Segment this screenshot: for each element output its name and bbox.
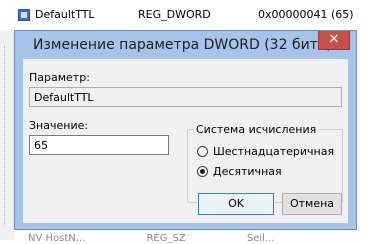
parameter-name-value: DefaultTTL — [34, 91, 94, 104]
cancel-button[interactable]: Отмена — [282, 193, 342, 215]
registry-partial-data: Seil... — [246, 233, 275, 244]
number-base-group-label: Система исчисления — [193, 123, 320, 136]
number-base-group: Система исчисления Шестнадцатеричная Дес… — [187, 123, 343, 203]
edit-dword-dialog: Изменение параметра DWORD (32 бита) ✕ Па… — [14, 30, 357, 230]
ok-button[interactable]: OK — [198, 193, 274, 215]
registry-value-data: 0x00000041 (65) — [258, 8, 354, 21]
dialog-titlebar[interactable]: Изменение параметра DWORD (32 бита) ✕ — [15, 31, 356, 59]
parameter-name-field: DefaultTTL — [29, 87, 342, 107]
radio-decimal[interactable]: Десятичная — [197, 165, 282, 178]
registry-row-defaultttl[interactable]: DefaultTTL REG_DWORD 0x00000041 (65) — [0, 0, 367, 30]
registry-value-name: DefaultTTL — [35, 8, 95, 21]
radio-hexadecimal-label: Шестнадцатеричная — [213, 145, 335, 158]
registry-tree-pane-edge — [0, 30, 14, 240]
radio-hexadecimal-circle[interactable] — [197, 146, 208, 157]
registry-value-icon — [18, 9, 30, 21]
value-label: Значение: — [29, 119, 89, 132]
close-icon: ✕ — [328, 32, 340, 47]
close-button[interactable]: ✕ — [318, 31, 350, 50]
registry-row-partial[interactable]: NV HostN... REG_SZ Seil... — [28, 233, 332, 244]
radio-hexadecimal[interactable]: Шестнадцатеричная — [197, 145, 334, 158]
dialog-client-area: Параметр: DefaultTTL Значение: Система и… — [23, 59, 348, 223]
value-input[interactable] — [29, 135, 169, 155]
registry-partial-name: NV HostN... — [28, 233, 86, 244]
radio-decimal-circle[interactable] — [197, 166, 208, 177]
dialog-title: Изменение параметра DWORD (32 бита) — [33, 37, 332, 53]
registry-value-type: REG_DWORD — [138, 8, 211, 21]
tree-guide-lines — [4, 46, 9, 226]
registry-partial-type: REG_SZ — [146, 233, 186, 244]
parameter-label: Параметр: — [29, 71, 90, 84]
radio-decimal-label: Десятичная — [213, 165, 282, 178]
